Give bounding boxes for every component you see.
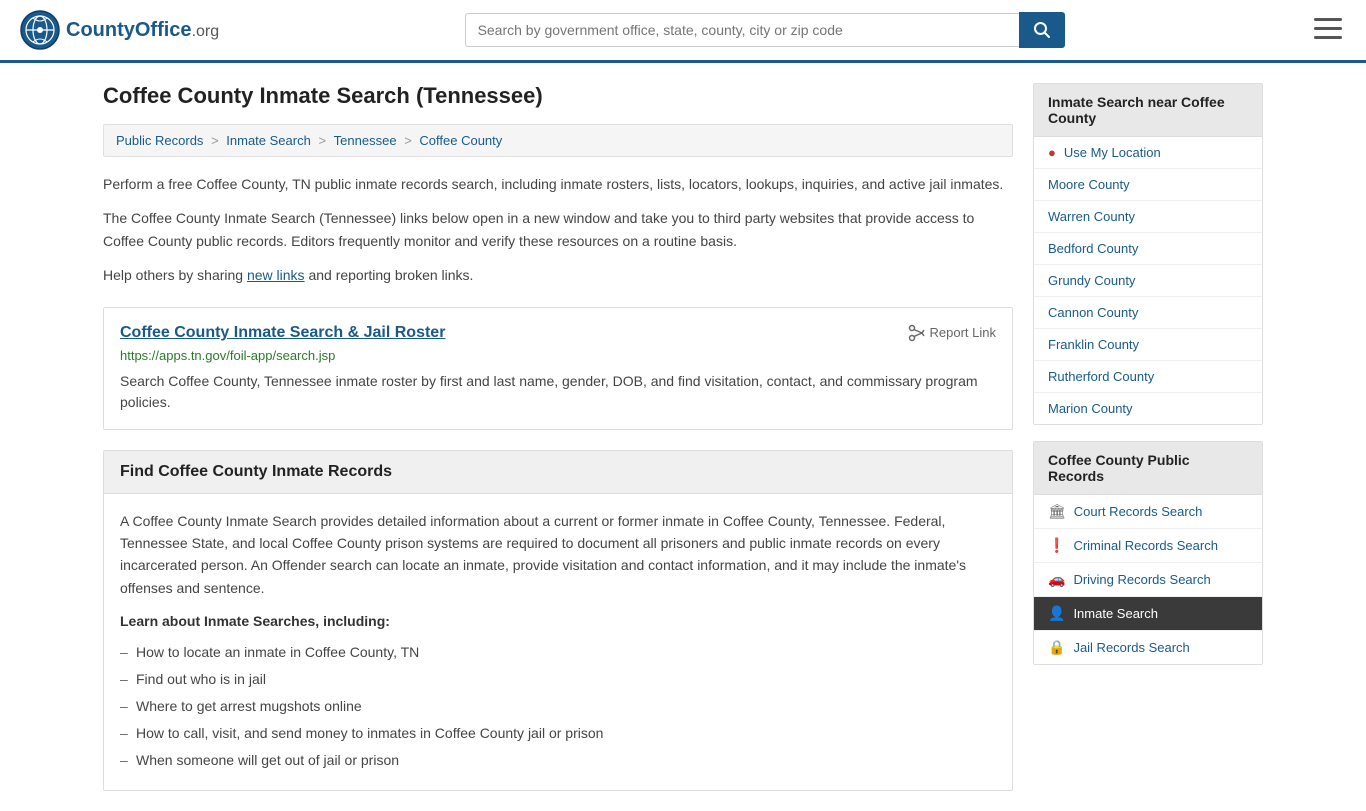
nearby-sidebar-item[interactable]: Warren County: [1034, 201, 1262, 233]
breadcrumb-sep3: >: [404, 133, 415, 148]
find-intro: A Coffee County Inmate Search provides d…: [120, 510, 996, 600]
logo[interactable]: CountyOffice.org: [20, 10, 219, 50]
nearby-sidebar-link[interactable]: Bedford County: [1048, 241, 1138, 256]
intro-text-1: Perform a free Coffee County, TN public …: [103, 173, 1013, 195]
nearby-sidebar-item[interactable]: Bedford County: [1034, 233, 1262, 265]
search-input[interactable]: [465, 13, 1019, 47]
logo-icon: [20, 10, 60, 50]
learn-heading: Learn about Inmate Searches, including:: [120, 613, 996, 629]
nearby-section: Inmate Search near Coffee County ● Use My…: [1033, 83, 1263, 425]
intro3-prefix: Help others by sharing: [103, 267, 247, 283]
report-link-label: Report Link: [930, 325, 996, 340]
nearby-sidebar-link[interactable]: Grundy County: [1048, 273, 1135, 288]
report-link-button[interactable]: Report Link: [908, 324, 996, 342]
nearby-sidebar-link[interactable]: Moore County: [1048, 177, 1130, 192]
page-title: Coffee County Inmate Search (Tennessee): [103, 83, 1013, 109]
breadcrumb-public-records[interactable]: Public Records: [116, 133, 203, 148]
public-records-sidebar-item[interactable]: 🚗 Driving Records Search: [1034, 563, 1262, 597]
public-records-link[interactable]: Court Records Search: [1074, 504, 1203, 519]
nearby-sidebar-item[interactable]: Cannon County: [1034, 297, 1262, 329]
nearby-sidebar-link[interactable]: Marion County: [1048, 401, 1133, 416]
scissors-icon: [908, 324, 926, 342]
nearby-sidebar-item[interactable]: Moore County: [1034, 169, 1262, 201]
public-records-sidebar-item[interactable]: 👤 Inmate Search: [1034, 597, 1262, 631]
public-records-link[interactable]: Inmate Search: [1073, 606, 1158, 621]
nearby-sidebar-link[interactable]: Use My Location: [1064, 145, 1161, 160]
location-icon: ●: [1048, 145, 1056, 160]
breadcrumb-sep1: >: [211, 133, 222, 148]
nearby-sidebar-item[interactable]: Rutherford County: [1034, 361, 1262, 393]
intro3-suffix: and reporting broken links.: [305, 267, 474, 283]
content-area: Coffee County Inmate Search (Tennessee) …: [103, 83, 1013, 791]
learn-list: How to locate an inmate in Coffee County…: [120, 639, 996, 774]
public-records-items-container: 🏛 Court Records Search ❗ Criminal Records S…: [1034, 495, 1262, 664]
breadcrumb-sep2: >: [318, 133, 329, 148]
link-card-header: Coffee County Inmate Search & Jail Roste…: [120, 324, 996, 342]
public-records-section: Coffee County Public Records 🏛 Court Reco…: [1033, 441, 1263, 665]
breadcrumb: Public Records > Inmate Search > Tenness…: [103, 124, 1013, 157]
learn-list-item: How to locate an inmate in Coffee County…: [120, 639, 996, 666]
nearby-sidebar-link[interactable]: Warren County: [1048, 209, 1135, 224]
car-icon: 🚗: [1048, 571, 1065, 588]
nearby-section-header: Inmate Search near Coffee County: [1034, 84, 1262, 137]
breadcrumb-coffee-county[interactable]: Coffee County: [419, 133, 502, 148]
menu-button[interactable]: [1310, 14, 1346, 47]
main-container: Coffee County Inmate Search (Tennessee) …: [83, 63, 1283, 811]
nearby-sidebar-item[interactable]: Grundy County: [1034, 265, 1262, 297]
nearby-sidebar-link[interactable]: Franklin County: [1048, 337, 1139, 352]
link-url[interactable]: https://apps.tn.gov/foil-app/search.jsp: [120, 348, 996, 363]
learn-list-item: How to call, visit, and send money to in…: [120, 720, 996, 747]
hamburger-icon: [1314, 18, 1342, 40]
public-records-sidebar-item[interactable]: ❗ Criminal Records Search: [1034, 529, 1262, 563]
exclamation-icon: ❗: [1048, 537, 1065, 554]
logo-text: CountyOffice.org: [66, 19, 219, 42]
learn-list-item: Find out who is in jail: [120, 666, 996, 693]
public-records-link[interactable]: Driving Records Search: [1073, 572, 1210, 587]
nearby-items-container: ● Use My Location Moore County Warren Count…: [1034, 137, 1262, 424]
nearby-sidebar-item[interactable]: ● Use My Location: [1034, 137, 1262, 169]
find-section-header: Find Coffee County Inmate Records: [104, 451, 1012, 494]
breadcrumb-inmate-search[interactable]: Inmate Search: [226, 133, 311, 148]
search-area: [465, 12, 1065, 48]
nearby-sidebar-link[interactable]: Rutherford County: [1048, 369, 1154, 384]
lock-icon: 🔒: [1048, 639, 1065, 656]
new-links-link[interactable]: new links: [247, 267, 305, 283]
site-header: CountyOffice.org: [0, 0, 1366, 63]
public-records-link[interactable]: Criminal Records Search: [1073, 538, 1218, 553]
link-desc: Search Coffee County, Tennessee inmate r…: [120, 371, 996, 413]
public-records-sidebar-item[interactable]: 🏛 Court Records Search: [1034, 495, 1262, 529]
find-section-body: A Coffee County Inmate Search provides d…: [104, 494, 1012, 791]
person-icon: 👤: [1048, 605, 1065, 622]
nearby-sidebar-link[interactable]: Cannon County: [1048, 305, 1138, 320]
intro-text-2: The Coffee County Inmate Search (Tenness…: [103, 207, 1013, 252]
public-records-section-header: Coffee County Public Records: [1034, 442, 1262, 495]
sidebar: Inmate Search near Coffee County ● Use My…: [1033, 83, 1263, 791]
search-button[interactable]: [1019, 12, 1065, 48]
nearby-sidebar-item[interactable]: Marion County: [1034, 393, 1262, 424]
intro-text-3: Help others by sharing new links and rep…: [103, 264, 1013, 286]
court-icon: 🏛: [1048, 503, 1066, 520]
breadcrumb-tennessee[interactable]: Tennessee: [334, 133, 397, 148]
find-section: Find Coffee County Inmate Records A Coff…: [103, 450, 1013, 792]
link-card: Coffee County Inmate Search & Jail Roste…: [103, 307, 1013, 430]
learn-list-item: Where to get arrest mugshots online: [120, 693, 996, 720]
public-records-link[interactable]: Jail Records Search: [1073, 640, 1189, 655]
public-records-sidebar-item[interactable]: 🔒 Jail Records Search: [1034, 631, 1262, 664]
learn-list-item: When someone will get out of jail or pri…: [120, 747, 996, 774]
nearby-sidebar-item[interactable]: Franklin County: [1034, 329, 1262, 361]
search-icon: [1033, 21, 1051, 39]
link-card-title[interactable]: Coffee County Inmate Search & Jail Roste…: [120, 324, 445, 342]
